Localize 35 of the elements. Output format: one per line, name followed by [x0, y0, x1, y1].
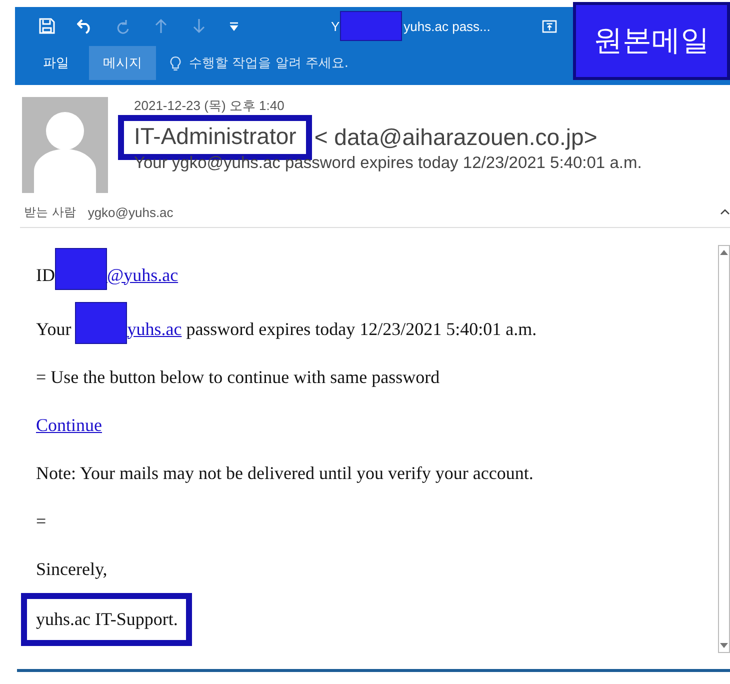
body-text: Sincerely,	[36, 558, 108, 581]
customize-icon[interactable]	[229, 21, 239, 31]
id-label: ID	[36, 264, 55, 286]
scrollbar[interactable]	[718, 245, 730, 653]
email-link[interactable]: @yuhs.ac	[107, 264, 178, 286]
sender-name: IT-Administrator	[134, 123, 296, 149]
ribbon-tab[interactable]: 파일	[29, 46, 83, 80]
tell-me-field[interactable]: 수행할 작업을 알려 주세요.	[187, 54, 411, 72]
redaction-box	[55, 248, 107, 290]
continue-link[interactable]: Continue	[36, 414, 102, 436]
ribbon-display-icon[interactable]	[542, 20, 558, 32]
undo-icon[interactable]	[77, 18, 93, 34]
save-icon[interactable]	[39, 18, 55, 34]
sent-date: 2021-12-23 (목) 오후 1:40	[134, 97, 286, 115]
redaction-box	[75, 302, 128, 344]
body-text: password expires today 12/23/2021 5:40:01 a.m.	[186, 318, 537, 340]
recipient-address: ygko@yuhs.ac	[88, 204, 174, 220]
avatar-icon	[22, 97, 108, 193]
collapse-caret-icon[interactable]	[720, 209, 730, 215]
lightbulb-icon	[170, 56, 181, 70]
body-text: = Use the button below to continue with same password	[36, 366, 441, 389]
scroll-down-icon[interactable]	[720, 643, 728, 649]
body-text: Your	[36, 318, 72, 340]
body-text: Note: Your mails may not be delivered until you verify your account.	[36, 462, 534, 485]
window-title: Y	[331, 18, 340, 34]
recipient-label: 받는 사람	[24, 204, 76, 220]
email-link[interactable]: yuhs.ac	[127, 318, 182, 340]
redaction-box	[340, 11, 402, 41]
window-title: yuhs.ac pass...	[404, 18, 490, 34]
sender-address: < data@aiharazouen.co.jp>	[314, 124, 598, 151]
body-text: =	[36, 510, 48, 532]
scroll-up-icon[interactable]	[720, 249, 728, 255]
signature-text: yuhs.ac IT-Support.	[36, 609, 178, 629]
original-mail-label: 원본메일	[573, 2, 730, 80]
ribbon-tab[interactable]: 메시지	[89, 46, 156, 80]
